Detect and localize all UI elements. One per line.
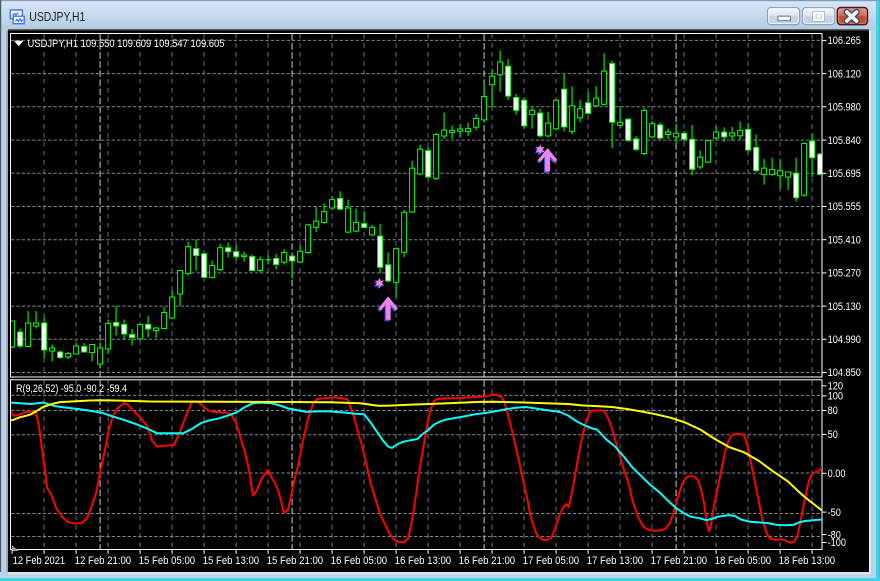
svg-text:-50: -50 bbox=[828, 507, 841, 519]
svg-text:105.980: 105.980 bbox=[828, 102, 861, 114]
svg-text:12 Feb 2021: 12 Feb 2021 bbox=[13, 555, 66, 567]
svg-text:16 Feb 21:00: 16 Feb 21:00 bbox=[459, 555, 516, 567]
svg-text:12 Feb 21:00: 12 Feb 21:00 bbox=[75, 555, 132, 567]
svg-text:18 Feb 05:00: 18 Feb 05:00 bbox=[715, 555, 772, 567]
svg-text:USDJPY,H1: USDJPY,H1 bbox=[29, 10, 85, 24]
svg-text:105.695: 105.695 bbox=[828, 168, 861, 180]
svg-text:15 Feb 13:00: 15 Feb 13:00 bbox=[203, 555, 260, 567]
svg-text:105.270: 105.270 bbox=[828, 268, 861, 280]
svg-text:106.120: 106.120 bbox=[828, 68, 861, 80]
svg-text:105.130: 105.130 bbox=[828, 301, 861, 313]
svg-text:-100: -100 bbox=[828, 537, 846, 549]
svg-text:50: 50 bbox=[828, 429, 838, 441]
svg-text:106.265: 106.265 bbox=[828, 35, 861, 47]
svg-text:R(9,26,52) -95.0 -90.2 -59.4: R(9,26,52) -95.0 -90.2 -59.4 bbox=[16, 383, 127, 395]
svg-text:17 Feb 13:00: 17 Feb 13:00 bbox=[587, 555, 644, 567]
svg-text:17 Feb 05:00: 17 Feb 05:00 bbox=[523, 555, 580, 567]
svg-text:105.410: 105.410 bbox=[828, 234, 861, 246]
svg-text:104.990: 104.990 bbox=[828, 334, 861, 346]
svg-text:16 Feb 05:00: 16 Feb 05:00 bbox=[331, 555, 388, 567]
svg-text:105.555: 105.555 bbox=[828, 201, 861, 213]
svg-text:18 Feb 13:00: 18 Feb 13:00 bbox=[779, 555, 836, 567]
svg-text:15 Feb 21:00: 15 Feb 21:00 bbox=[267, 555, 324, 567]
svg-text:100: 100 bbox=[828, 391, 843, 403]
svg-text:80: 80 bbox=[828, 405, 838, 417]
svg-text:17 Feb 21:00: 17 Feb 21:00 bbox=[651, 555, 708, 567]
svg-text:16 Feb 13:00: 16 Feb 13:00 bbox=[395, 555, 452, 567]
svg-text:15 Feb 05:00: 15 Feb 05:00 bbox=[139, 555, 196, 567]
svg-text:USDJPY,H1 109.550 109.609 109: USDJPY,H1 109.550 109.609 109.547 109.60… bbox=[28, 38, 225, 50]
svg-text:104.850: 104.850 bbox=[828, 367, 861, 379]
svg-text:105.840: 105.840 bbox=[828, 135, 861, 147]
svg-text:0.00: 0.00 bbox=[828, 468, 846, 480]
